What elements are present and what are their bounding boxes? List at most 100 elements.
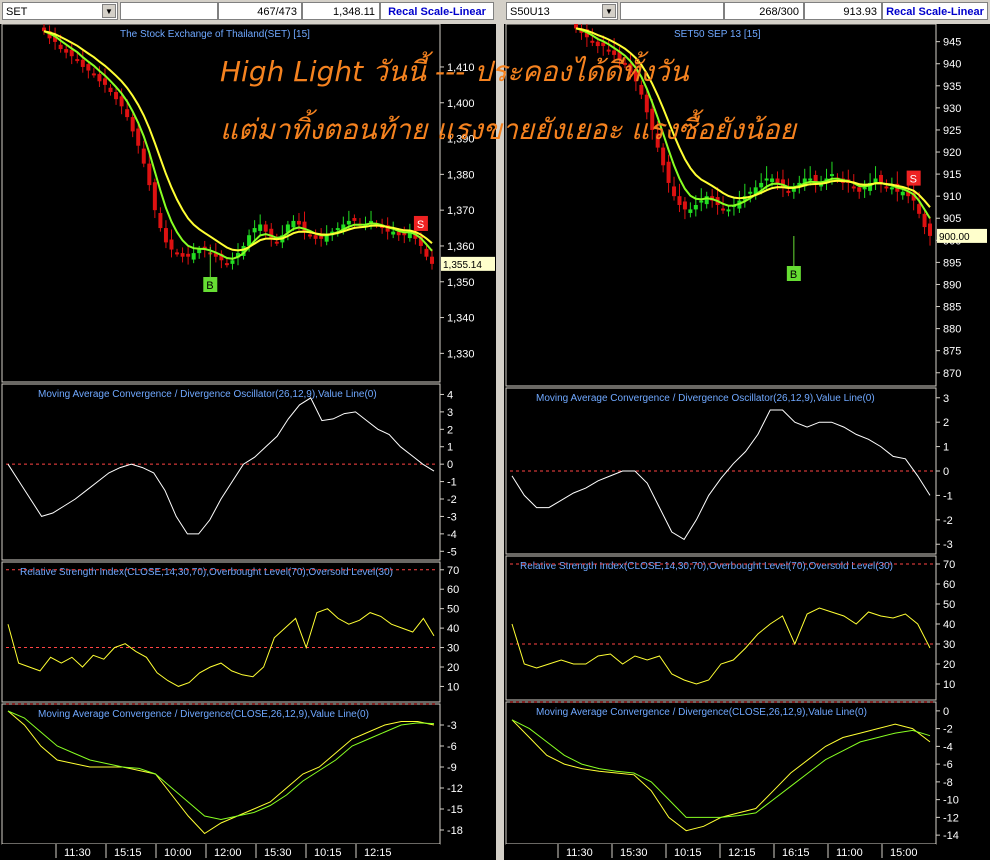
right-symbol-select[interactable]: S50U13 ▼ (506, 2, 618, 20)
right-pane-tick-label: 70 (943, 559, 955, 571)
right-price-tick-label: 905 (943, 213, 961, 225)
right-time-tick-label: 15:30 (620, 847, 648, 859)
left-time-tick-label: 11:30 (64, 847, 91, 859)
right-pane-tick-label: -10 (943, 795, 959, 807)
left-candle-body (125, 109, 130, 118)
left-sell-signal-label: S (417, 219, 424, 231)
left-candle-body (197, 249, 202, 254)
right-candle-body (721, 208, 726, 211)
left-pane-tick-label: -6 (447, 741, 457, 753)
right-candle-body (682, 201, 687, 210)
right-pane-frame (505, 701, 937, 845)
left-candle-body (352, 218, 357, 221)
left-pane-tick-label: -2 (447, 494, 457, 506)
right-pane-tick-label: -2 (943, 515, 953, 527)
left-candle-body (224, 263, 229, 266)
right-candle-body (808, 178, 813, 181)
right-time-tick-label: 12:15 (728, 847, 756, 859)
headline-line-2: แต่มาทิ้งตอนท้าย แรงขายยังเยอะ แรงซื้อยั… (220, 113, 797, 146)
left-time-tick-label: 15:15 (114, 847, 142, 859)
right-series-line (511, 607, 931, 685)
right-price-tick-label: 935 (943, 81, 961, 93)
left-pane-tick-label: -3 (447, 720, 457, 732)
right-pane-frame (505, 555, 937, 701)
left-candle-body (346, 220, 351, 225)
left-candle-body (186, 253, 191, 257)
right-price-tick-label: 870 (943, 368, 961, 380)
right-recal-scale-button[interactable]: Recal Scale-Linear (882, 2, 988, 20)
chevron-down-icon[interactable]: ▼ (102, 4, 116, 18)
chevron-down-icon[interactable]: ▼ (602, 4, 616, 18)
right-time-tick-label: 16:15 (782, 847, 810, 859)
right-candle-body (786, 190, 791, 193)
left-candle-body (163, 228, 168, 243)
left-toolbar: SET ▼ 467/473 1,348.11 Recal Scale-Linea… (0, 0, 496, 24)
left-price-tick-label: 1,380 (447, 169, 475, 181)
right-symbol-text: S50U13 (510, 6, 550, 18)
right-pane-tick-label: -14 (943, 830, 959, 842)
left-pane-tick-label: -4 (447, 529, 457, 541)
right-candle-body (748, 191, 753, 194)
left-pane-title: Relative Strength Index(CLOSE,14,30,70),… (20, 567, 393, 578)
left-candle-body (180, 253, 185, 257)
left-time-tick-label: 12:00 (214, 847, 242, 859)
right-candle-body (862, 187, 867, 190)
left-price-tick-label: 1,370 (447, 205, 475, 217)
right-price-tick-label: 940 (943, 59, 961, 71)
right-candle-body (590, 40, 595, 43)
right-price-tick-label: 920 (943, 147, 961, 159)
left-pane-tick-label: 0 (447, 459, 453, 471)
right-candle-body (884, 186, 889, 189)
right-pane-tick-label: 40 (943, 619, 955, 631)
left-pane-frame (1, 383, 441, 561)
left-candle-body (191, 253, 196, 260)
left-candle-body (335, 228, 340, 231)
right-price-tick-label: 875 (943, 346, 961, 358)
right-pane-tick-label: 0 (943, 466, 949, 478)
left-candle-body (169, 239, 174, 250)
left-pane-title: Moving Average Convergence / Divergence(… (38, 709, 369, 720)
left-buy-signal-label: B (206, 280, 213, 292)
left-candle-body (75, 59, 80, 62)
right-time-tick-label: 11:30 (566, 847, 593, 859)
left-candle-body (80, 59, 85, 67)
right-price-tick-label: 890 (943, 279, 961, 291)
right-pane-tick-label: -1 (943, 490, 953, 502)
right-toolbar: S50U13 ▼ 268/300 913.93 Recal Scale-Line… (504, 0, 990, 24)
left-candle-body (130, 117, 135, 132)
right-series-line (511, 409, 931, 541)
right-candle-body (900, 191, 905, 196)
left-pane-tick-label: 1 (447, 442, 453, 454)
left-pane-tick-label: 20 (447, 662, 459, 674)
left-price-tick-label: 1,360 (447, 241, 475, 253)
right-blank-cell (620, 2, 724, 20)
left-price-tick-label: 1,330 (447, 348, 475, 360)
left-candle-body (313, 235, 318, 239)
right-pane-tick-label: -6 (943, 759, 953, 771)
right-candle-body (693, 205, 698, 210)
left-recal-scale-button[interactable]: Recal Scale-Linear (380, 2, 494, 20)
left-pane-title: Moving Average Convergence / Divergence … (38, 389, 377, 400)
right-candle-body (917, 204, 922, 214)
left-price: 1,348.11 (302, 2, 380, 20)
left-symbol-select[interactable]: SET ▼ (2, 2, 118, 20)
right-candle-body (928, 223, 932, 236)
left-pane-tick-label: 40 (447, 623, 459, 635)
left-candle-body (319, 235, 324, 239)
left-candle-body (97, 74, 102, 82)
right-candle-body (759, 182, 764, 188)
right-price-tick-label: 880 (943, 324, 961, 336)
right-candle-body (666, 161, 671, 183)
right-candle-body (764, 178, 769, 181)
right-candle-body (672, 186, 677, 197)
right-time-tick-label: 10:15 (674, 847, 702, 859)
left-candle-body (430, 256, 434, 264)
left-candle-body (108, 87, 113, 93)
left-price-tick-label: 1,340 (447, 313, 475, 325)
left-candle-body (158, 213, 163, 229)
right-candle-body (595, 41, 600, 47)
right-series-line (511, 719, 931, 832)
right-pane-tick-label: 3 (943, 393, 949, 405)
left-candle-body (308, 234, 313, 237)
left-blank-cell (120, 2, 218, 20)
